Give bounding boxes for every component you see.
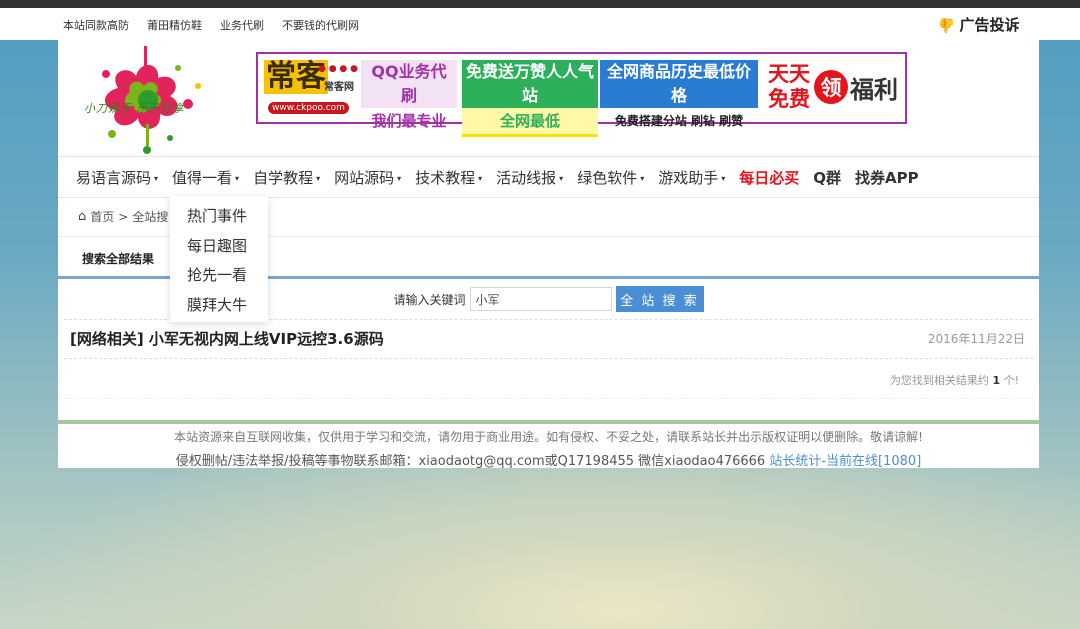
dropdown-item-first-look[interactable]: 抢先一看 [170, 261, 268, 291]
dropdown-item-hot-events[interactable]: 热门事件 [170, 202, 268, 232]
caret-down-icon: ▾ [478, 173, 483, 183]
divider [64, 358, 1033, 359]
caret-down-icon: ▾ [640, 173, 645, 183]
banner-block-price: 全网商品历史最低价格 免费搭建分站 刷钻 刷赞 [600, 60, 758, 128]
top-link-1[interactable]: 本站同款高防 [63, 17, 129, 33]
nav-item-daily-buy[interactable]: 每日必买 [739, 167, 799, 188]
top-dark-strip [0, 0, 1080, 8]
search-label: 请输入关键词 [393, 292, 466, 307]
top-links: 本站同款高防 莆田精仿鞋 业务代刷 不要钱的代刷网 [63, 17, 359, 33]
footer-separator [58, 420, 1039, 424]
banner-dots-icon: ● ● ● ● [318, 64, 358, 74]
caret-down-icon: ▾ [316, 173, 321, 183]
search-input[interactable] [469, 287, 612, 311]
result-count: 为您找到相关结果约 1 个! [889, 374, 1019, 387]
banner-daily-free: 天天 免费 [768, 62, 810, 111]
dropdown-item-experts[interactable]: 膜拜大牛 [170, 291, 268, 321]
banner-block-likes: 免费送万赞人人气站 全网最低 [462, 60, 598, 137]
nav-item-tech[interactable]: 技术教程 ▾ [415, 167, 482, 188]
footer-contact: 侵权删帖/违法举报/投稿等事物联系邮箱：xiaodaotg@qq.com或Q17… [175, 454, 922, 469]
banner-brand-sub: 常客网 [324, 82, 354, 93]
nav-item-software[interactable]: 绿色软件 ▾ [577, 167, 644, 188]
caret-down-icon: ▾ [154, 173, 159, 183]
tab-all-results[interactable]: 搜索全部结果 [82, 250, 154, 267]
banner-block-qq: QQ业务代刷 我们最专业 [361, 60, 457, 130]
banner-claim-badge: 领 [814, 70, 848, 104]
site-logo[interactable]: 小刀娱乐 乐于分享 [78, 42, 218, 160]
nav-item-site-source[interactable]: 网站源码 ▾ [334, 167, 401, 188]
top-link-4[interactable]: 不要钱的代刷网 [282, 17, 359, 33]
main-nav: 易语言源码 ▾ 值得一看 ▾ 自学教程 ▾ 网站源码 ▾ 技术教程 ▾ 活动线报 ▾ 绿色软… [58, 156, 1039, 198]
nav-item-game-helper[interactable]: 游戏助手 ▾ [658, 167, 725, 188]
caret-down-icon: ▾ [397, 173, 402, 183]
nav-item-events[interactable]: 活动线报 ▾ [496, 167, 563, 188]
breadcrumb-sep: > [118, 209, 129, 224]
nav-item-worth-a-look[interactable]: 值得一看 ▾ [172, 167, 239, 188]
top-bar: 本站同款高防 莆田精仿鞋 业务代刷 不要钱的代刷网 👍 广告投诉 [0, 8, 1080, 40]
top-link-3[interactable]: 业务代刷 [220, 17, 264, 33]
caret-down-icon: ▾ [235, 173, 240, 183]
logo-slogan: 小刀娱乐 乐于分享 [84, 102, 185, 115]
banner-welfare: 福利 [850, 76, 898, 104]
footer-disclaimer: 本站资源来自互联网收集，仅供用于学习和交流，请勿用于商业用途。如有侵权、不妥之处… [174, 430, 923, 444]
nav-item-coupon-app[interactable]: 找券APP [855, 167, 919, 188]
breadcrumb-current: 全站搜 [132, 210, 169, 224]
home-icon: ⌂ [78, 209, 87, 224]
caret-down-icon: ▾ [559, 173, 564, 183]
banner-brand-url: www.ckpoo.com [268, 102, 349, 114]
complaint-label: 广告投诉 [959, 16, 1020, 34]
nav-item-easy-lang[interactable]: 易语言源码 ▾ [76, 167, 158, 188]
caret-down-icon: ▾ [721, 173, 726, 183]
result-date: 2016年11月22日 [927, 332, 1025, 346]
breadcrumb: ⌂ 首页 > 全站搜 [78, 208, 168, 225]
thumbs-down-icon: 👍 [938, 16, 956, 33]
stats-link[interactable]: 站长统计-当前在线[1080] [769, 454, 921, 469]
ad-banner[interactable]: 常客 ● ● ● ● 常客网 www.ckpoo.com QQ业务代刷 我们最专… [256, 52, 907, 137]
dropdown-item-daily-pics[interactable]: 每日趣图 [170, 232, 268, 262]
complaint-link[interactable]: 👍 广告投诉 [938, 14, 1019, 35]
breadcrumb-home[interactable]: 首页 [90, 208, 114, 225]
nav-dropdown-menu: 热门事件 每日趣图 抢先一看 膜拜大牛 [170, 196, 268, 322]
nav-item-tutorials[interactable]: 自学教程 ▾ [253, 167, 320, 188]
nav-item-qq-group[interactable]: Q群 [813, 167, 841, 188]
result-title-link[interactable]: [网络相关] 小军无视内网上线VIP远控3.6源码 [70, 328, 384, 349]
divider [64, 398, 1033, 399]
search-button[interactable]: 全 站 搜 索 [615, 286, 704, 312]
top-link-2[interactable]: 莆田精仿鞋 [147, 17, 202, 33]
